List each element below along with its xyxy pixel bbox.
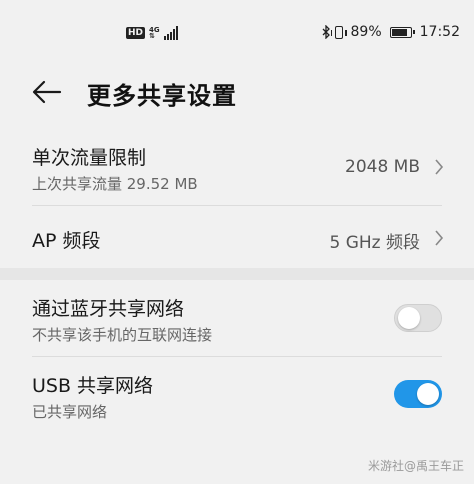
bluetooth-share-sub: 不共享该手机的互联网连接 [32,326,213,344]
signal-icon [163,26,178,40]
bluetooth-share-row[interactable]: 通过蓝牙共享网络 不共享该手机的互联网连接 [0,280,474,356]
back-button[interactable] [32,80,62,104]
network-type-icon: 4G ⇅ [149,27,160,40]
traffic-limit-row[interactable]: 单次流量限制 上次共享流量 29.52 MB 2048 MB [0,125,474,205]
battery-percent: 89% [350,24,382,40]
usb-share-toggle[interactable] [394,380,442,408]
traffic-limit-value: 2048 MB [345,157,420,177]
ap-band-label: AP 频段 [32,230,101,252]
toggle-knob [417,383,439,405]
battery-icon [389,26,415,38]
usb-share-row[interactable]: USB 共享网络 已共享网络 [0,357,474,435]
status-bar-left: HD 4G ⇅ [126,26,178,40]
page-title: 更多共享设置 [87,82,237,110]
page-header: 更多共享设置 [0,68,474,116]
toggle-knob [398,307,420,329]
bluetooth-share-label: 通过蓝牙共享网络 [32,298,185,320]
ap-band-row[interactable]: AP 频段 5 GHz 频段 [0,206,474,268]
status-bar-right: 89% 17:52 [322,24,460,40]
traffic-limit-label: 单次流量限制 [32,147,147,169]
clock: 17:52 [419,24,460,40]
hd-badge: HD [126,27,146,39]
chevron-right-icon [435,159,444,175]
vibrate-icon [330,25,347,39]
back-arrow-icon [32,80,62,104]
traffic-limit-sub: 上次共享流量 29.52 MB [32,175,198,193]
usb-share-sub: 已共享网络 [32,403,108,421]
status-bar: HD 4G ⇅ 89% 17:52 [0,0,474,68]
watermark: 米游社@禹王车正 [367,459,464,473]
ap-band-value: 5 GHz 频段 [329,233,420,253]
network-activity-label: ⇅ [149,32,155,40]
chevron-right-icon [435,230,444,246]
section-separator [0,268,474,280]
bluetooth-icon [322,25,330,39]
usb-share-label: USB 共享网络 [32,375,154,397]
bluetooth-share-toggle[interactable] [394,304,442,332]
